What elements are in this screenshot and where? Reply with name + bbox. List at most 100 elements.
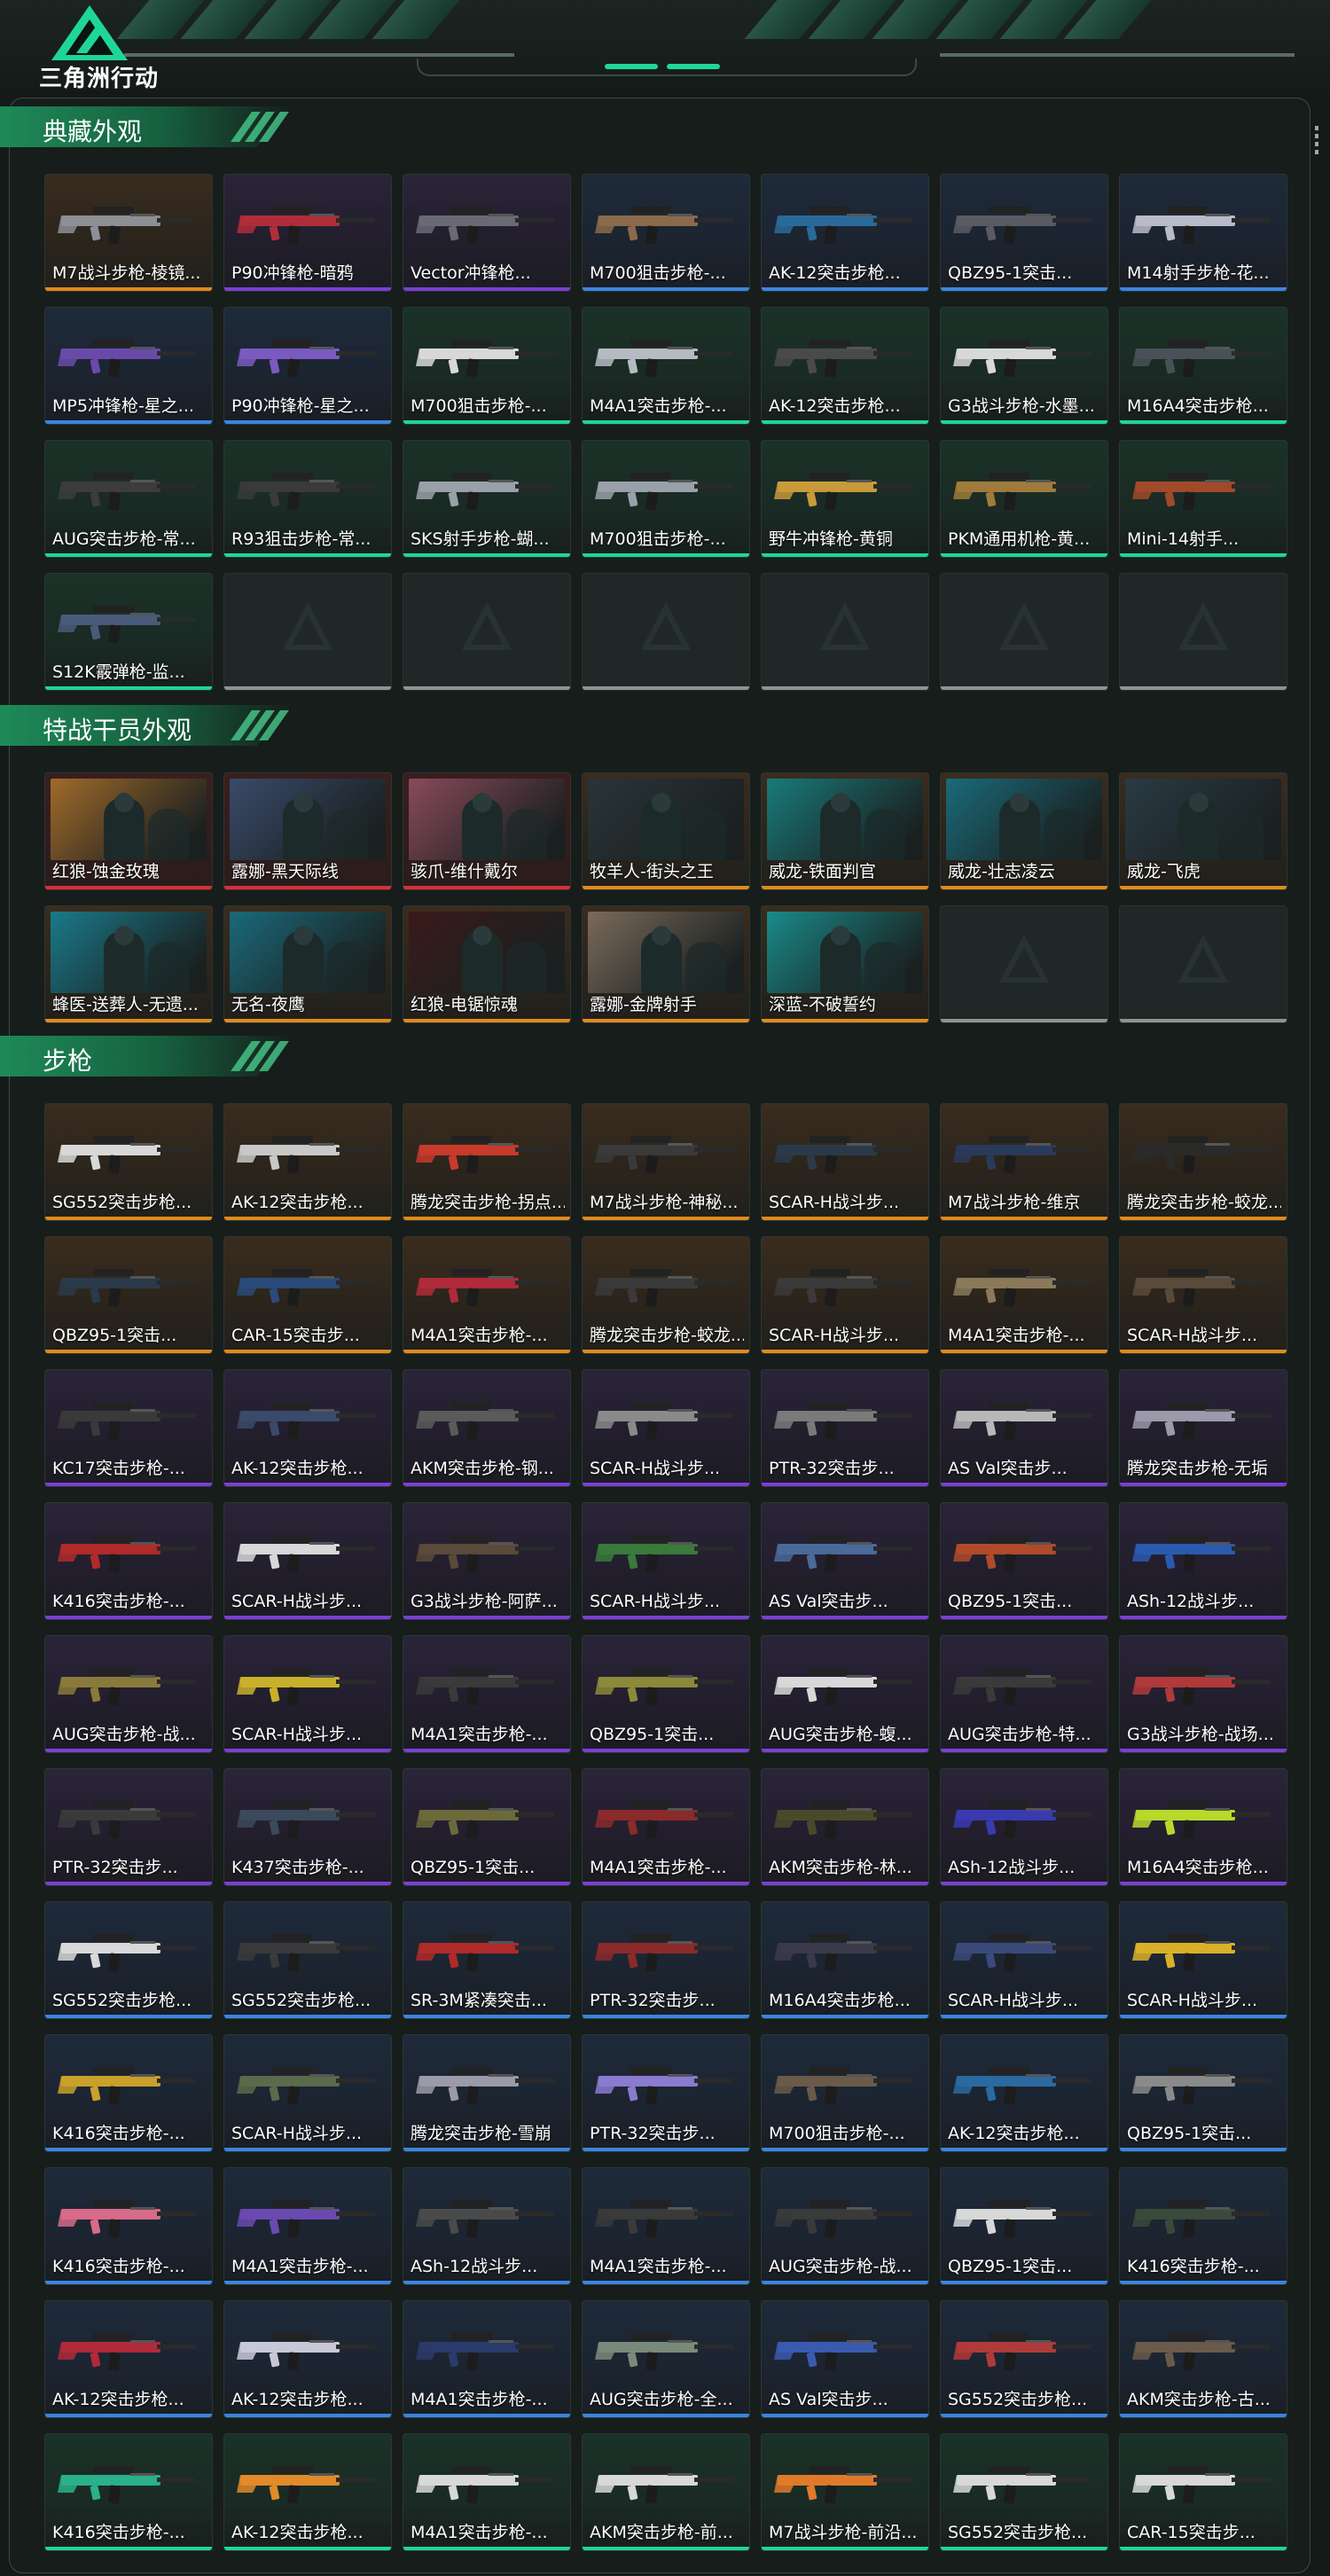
- skin-card[interactable]: CAR-15突击步...: [223, 1236, 392, 1354]
- skin-card[interactable]: AKM突击步枪-钢...: [403, 1369, 571, 1487]
- skin-card[interactable]: AK-12突击步枪...: [223, 1103, 392, 1221]
- skin-card[interactable]: PKM通用机枪-黄...: [940, 440, 1108, 558]
- skin-card[interactable]: AKM突击步枪-古...: [1119, 2300, 1287, 2418]
- skin-card[interactable]: 骇爪-维什戴尔: [403, 772, 571, 890]
- skin-card[interactable]: M700狙击步枪-...: [582, 174, 750, 292]
- skin-card[interactable]: KC17突击步枪-...: [44, 1369, 213, 1487]
- skin-card[interactable]: ASh-12战斗步...: [403, 2167, 571, 2285]
- skin-card[interactable]: M4A1突击步枪-...: [582, 1768, 750, 1886]
- skin-card[interactable]: 威龙-铁面判官: [761, 772, 929, 890]
- skin-card[interactable]: AK-12突击步枪...: [223, 2433, 392, 2551]
- skin-card[interactable]: R93狙击步枪-常...: [223, 440, 392, 558]
- skin-card[interactable]: SG552突击步枪...: [44, 1103, 213, 1221]
- skin-card[interactable]: SCAR-H战斗步...: [761, 1236, 929, 1354]
- skin-card[interactable]: QBZ95-1突击...: [44, 1236, 213, 1354]
- skin-card[interactable]: AK-12突击步枪...: [940, 2034, 1108, 2152]
- skin-card[interactable]: M4A1突击步枪-...: [403, 1635, 571, 1753]
- skin-card[interactable]: AUG突击步枪-全...: [582, 2300, 750, 2418]
- skin-card[interactable]: M16A4突击步枪...: [1119, 307, 1287, 425]
- skin-card[interactable]: PTR-32突击步...: [582, 2034, 750, 2152]
- skin-card[interactable]: S12K霰弹枪-监...: [44, 573, 213, 691]
- empty-skin-slot[interactable]: [403, 573, 571, 691]
- skin-card[interactable]: 无名-夜鹰: [223, 905, 392, 1023]
- skin-card[interactable]: 野牛冲锋枪-黄铜: [761, 440, 929, 558]
- skin-card[interactable]: 腾龙突击步枪-蛟龙...: [1119, 1103, 1287, 1221]
- skin-card[interactable]: SCAR-H战斗步...: [761, 1103, 929, 1221]
- skin-card[interactable]: M14射手步枪-花...: [1119, 174, 1287, 292]
- skin-card[interactable]: 露娜-黑天际线: [223, 772, 392, 890]
- skin-card[interactable]: 威龙-壮志凌云: [940, 772, 1108, 890]
- skin-card[interactable]: SCAR-H战斗步...: [582, 1369, 750, 1487]
- skin-card[interactable]: AK-12突击步枪...: [223, 2300, 392, 2418]
- skin-card[interactable]: AUG突击步枪-特...: [940, 1635, 1108, 1753]
- skin-card[interactable]: Mini-14射手...: [1119, 440, 1287, 558]
- skin-card[interactable]: AK-12突击步枪...: [761, 307, 929, 425]
- scrollbar-handle[interactable]: [1315, 126, 1318, 158]
- skin-card[interactable]: 红狼-蚀金玫瑰: [44, 772, 213, 890]
- empty-skin-slot[interactable]: [582, 573, 750, 691]
- skin-card[interactable]: QBZ95-1突击...: [940, 1502, 1108, 1620]
- skin-card[interactable]: M4A1突击步枪-...: [582, 2167, 750, 2285]
- skin-card[interactable]: 腾龙突击步枪-拐点...: [403, 1103, 571, 1221]
- skin-card[interactable]: K416突击步枪-...: [44, 2167, 213, 2285]
- skin-card[interactable]: PTR-32突击步...: [44, 1768, 213, 1886]
- skin-card[interactable]: G3战斗步枪-水墨...: [940, 307, 1108, 425]
- skin-card[interactable]: K437突击步枪-...: [223, 1768, 392, 1886]
- skin-card[interactable]: P90冲锋枪-星之...: [223, 307, 392, 425]
- skin-card[interactable]: SG552突击步枪...: [940, 2300, 1108, 2418]
- skin-card[interactable]: M700狙击步枪-...: [582, 440, 750, 558]
- skin-card[interactable]: SCAR-H战斗步...: [223, 1502, 392, 1620]
- skin-card[interactable]: M700狙击步枪-...: [403, 307, 571, 425]
- skin-card[interactable]: PTR-32突击步...: [761, 1369, 929, 1487]
- skin-card[interactable]: QBZ95-1突击...: [940, 2167, 1108, 2285]
- skin-card[interactable]: 腾龙突击步枪-无垢: [1119, 1369, 1287, 1487]
- skin-card[interactable]: K416突击步枪-...: [44, 2433, 213, 2551]
- skin-card[interactable]: AUG突击步枪-蝮...: [761, 1635, 929, 1753]
- skin-card[interactable]: Vector冲锋枪...: [403, 174, 571, 292]
- skin-card[interactable]: M700狙击步枪-...: [761, 2034, 929, 2152]
- skin-card[interactable]: ASh-12战斗步...: [940, 1768, 1108, 1886]
- skin-card[interactable]: QBZ95-1突击...: [582, 1635, 750, 1753]
- skin-card[interactable]: M4A1突击步枪-...: [582, 307, 750, 425]
- empty-skin-slot[interactable]: [223, 573, 392, 691]
- skin-card[interactable]: M4A1突击步枪-...: [403, 2433, 571, 2551]
- skin-card[interactable]: ASh-12战斗步...: [1119, 1502, 1287, 1620]
- skin-card[interactable]: 蜂医-送葬人-无遗...: [44, 905, 213, 1023]
- skin-card[interactable]: M4A1突击步枪-...: [223, 2167, 392, 2285]
- empty-skin-slot[interactable]: [940, 573, 1108, 691]
- skin-card[interactable]: SCAR-H战斗步...: [940, 1901, 1108, 2019]
- empty-skin-slot[interactable]: [761, 573, 929, 691]
- skin-card[interactable]: SCAR-H战斗步...: [582, 1502, 750, 1620]
- skin-card[interactable]: QBZ95-1突击...: [1119, 2034, 1287, 2152]
- skin-card[interactable]: K416突击步枪-...: [44, 1502, 213, 1620]
- skin-card[interactable]: K416突击步枪-...: [1119, 2167, 1287, 2285]
- skin-card[interactable]: SG552突击步枪...: [940, 2433, 1108, 2551]
- skin-card[interactable]: CAR-15突击步...: [1119, 2433, 1287, 2551]
- empty-skin-slot[interactable]: [1119, 905, 1287, 1023]
- skin-card[interactable]: M4A1突击步枪-...: [940, 1236, 1108, 1354]
- skin-card[interactable]: M4A1突击步枪-...: [403, 1236, 571, 1354]
- skin-card[interactable]: G3战斗步枪-战场...: [1119, 1635, 1287, 1753]
- skin-card[interactable]: SR-3M紧凑突击...: [403, 1901, 571, 2019]
- skin-card[interactable]: AUG突击步枪-战...: [44, 1635, 213, 1753]
- skin-card[interactable]: MP5冲锋枪-星之...: [44, 307, 213, 425]
- skin-card[interactable]: 腾龙突击步枪-蛟龙...: [582, 1236, 750, 1354]
- skin-card[interactable]: 红狼-电锯惊魂: [403, 905, 571, 1023]
- skin-card[interactable]: M16A4突击步枪...: [1119, 1768, 1287, 1886]
- skin-card[interactable]: 露娜-金牌射手: [582, 905, 750, 1023]
- skin-card[interactable]: SCAR-H战斗步...: [223, 2034, 392, 2152]
- skin-card[interactable]: AS Val突击步...: [940, 1369, 1108, 1487]
- skin-card[interactable]: AS Val突击步...: [761, 1502, 929, 1620]
- skin-card[interactable]: PTR-32突击步...: [582, 1901, 750, 2019]
- skin-card[interactable]: AKM突击步枪-林...: [761, 1768, 929, 1886]
- empty-skin-slot[interactable]: [940, 905, 1108, 1023]
- skin-card[interactable]: P90冲锋枪-暗鸦: [223, 174, 392, 292]
- skin-card[interactable]: SG552突击步枪...: [44, 1901, 213, 2019]
- skin-card[interactable]: SG552突击步枪...: [223, 1901, 392, 2019]
- skin-card[interactable]: SKS射手步枪-蝴...: [403, 440, 571, 558]
- skin-card[interactable]: M7战斗步枪-前沿...: [761, 2433, 929, 2551]
- skin-card[interactable]: 威龙-飞虎: [1119, 772, 1287, 890]
- skin-card[interactable]: M4A1突击步枪-...: [403, 2300, 571, 2418]
- skin-card[interactable]: 牧羊人-街头之王: [582, 772, 750, 890]
- skin-card[interactable]: AK-12突击步枪...: [761, 174, 929, 292]
